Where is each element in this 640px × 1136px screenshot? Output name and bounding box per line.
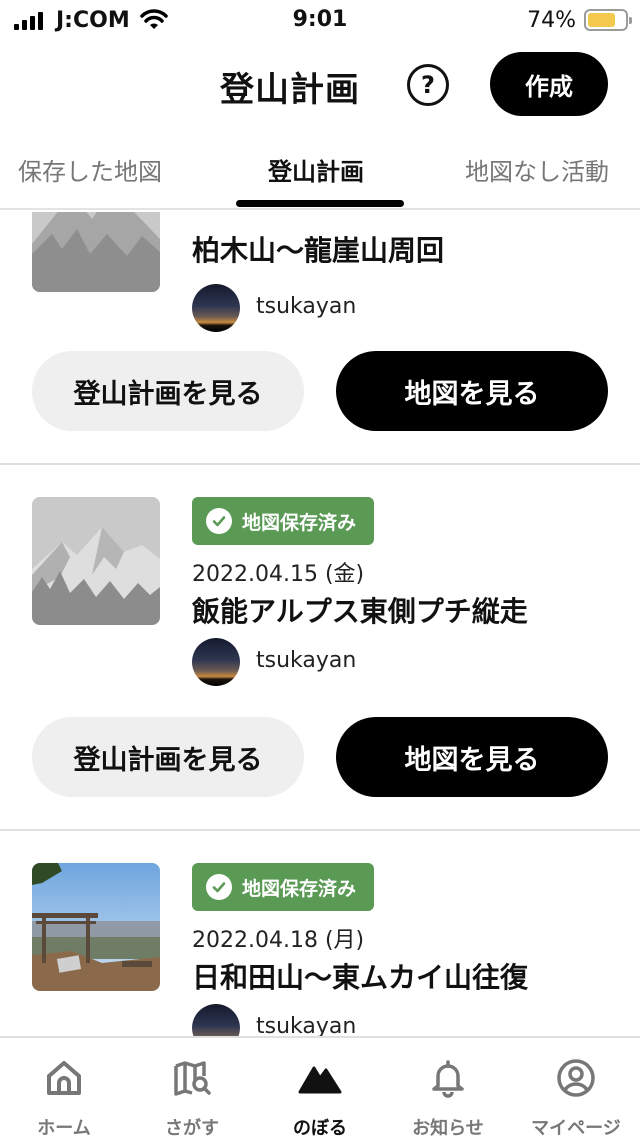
plan-name[interactable]: 飯能アルプス東側プチ縦走 xyxy=(192,590,528,630)
tab-activities-without-map[interactable]: 地図なし活動 xyxy=(465,152,609,187)
help-icon[interactable]: ? xyxy=(407,64,449,106)
screen: J:COM 9:01 74% 登山計画 ? 作成 保存した地図 登山計画 地図な… xyxy=(0,0,640,1136)
nav-search[interactable]: さがす xyxy=(128,1056,256,1136)
avatar[interactable] xyxy=(192,284,240,332)
username[interactable]: tsukayan xyxy=(256,294,356,319)
nav-label: さがす xyxy=(165,1118,219,1136)
map-saved-badge: 地図保存済み xyxy=(192,497,375,545)
plan-thumbnail[interactable] xyxy=(32,863,160,991)
mountain-placeholder-image xyxy=(32,212,160,292)
username[interactable]: tsukayan xyxy=(256,648,356,673)
username[interactable]: tsukayan xyxy=(256,1014,356,1036)
plan-date: 2022.04.18 (月) xyxy=(192,928,365,953)
app-header: 登山計画 ? 作成 xyxy=(0,40,640,130)
page-title: 登山計画 xyxy=(220,70,360,110)
bottom-navigation: ホーム さがす のぼる お知らせ マイページ xyxy=(0,1036,640,1136)
battery-icon xyxy=(584,9,632,31)
nav-climb[interactable]: のぼる xyxy=(256,1056,384,1136)
profile-icon xyxy=(557,1059,595,1097)
climb-icon xyxy=(298,1066,342,1094)
tab-bar: 保存した地図 登山計画 地図なし活動 xyxy=(0,130,640,210)
plan-name[interactable]: 日和田山〜東ムカイ山往復 xyxy=(192,956,528,996)
nav-notifications[interactable]: お知らせ xyxy=(384,1056,512,1136)
view-plan-button[interactable]: 登山計画を見る xyxy=(32,351,304,431)
plan-card: 柏木山〜龍崖山周回 tsukayan 登山計画を見る 地図を見る xyxy=(0,212,640,465)
plan-thumbnail[interactable] xyxy=(32,212,160,292)
plan-card: 地図保存済み 2022.04.18 (月) 日和田山〜東ムカイ山往復 tsuka… xyxy=(0,830,640,1036)
active-tab-indicator xyxy=(236,200,404,207)
map-search-icon xyxy=(174,1061,211,1096)
plan-date: 2022.04.15 (金) xyxy=(192,562,365,587)
nav-mypage[interactable]: マイページ xyxy=(512,1056,640,1136)
home-icon xyxy=(47,1061,81,1095)
mountain-placeholder-image xyxy=(32,497,160,625)
nav-label: マイページ xyxy=(531,1118,621,1136)
plan-name[interactable]: 柏木山〜龍崖山周回 xyxy=(192,229,444,269)
create-button[interactable]: 作成 xyxy=(490,52,608,116)
nav-label: ホーム xyxy=(37,1118,91,1136)
bell-icon xyxy=(432,1060,464,1098)
view-plan-button[interactable]: 登山計画を見る xyxy=(32,717,304,797)
tab-climbing-plans[interactable]: 登山計画 xyxy=(268,152,364,187)
map-saved-badge: 地図保存済み xyxy=(192,863,375,911)
nav-label: のぼる xyxy=(293,1118,347,1136)
view-map-button[interactable]: 地図を見る xyxy=(336,717,608,797)
torii-view-photo xyxy=(32,863,160,991)
plan-list[interactable]: 柏木山〜龍崖山周回 tsukayan 登山計画を見る 地図を見る 地図保存済み … xyxy=(0,212,640,1036)
check-circle-icon xyxy=(206,508,232,534)
view-map-button[interactable]: 地図を見る xyxy=(336,351,608,431)
badge-label: 地図保存済み xyxy=(242,511,357,534)
tab-saved-maps[interactable]: 保存した地図 xyxy=(18,152,162,187)
avatar[interactable] xyxy=(192,638,240,686)
badge-label: 地図保存済み xyxy=(242,877,357,900)
battery-percent: 74% xyxy=(527,8,576,33)
nav-home[interactable]: ホーム xyxy=(0,1056,128,1136)
status-bar: J:COM 9:01 74% xyxy=(0,0,640,40)
avatar[interactable] xyxy=(192,1004,240,1036)
check-circle-icon xyxy=(206,874,232,900)
plan-card: 地図保存済み 2022.04.15 (金) 飯能アルプス東側プチ縦走 tsuka… xyxy=(0,464,640,831)
nav-label: お知らせ xyxy=(412,1118,484,1136)
plan-thumbnail[interactable] xyxy=(32,497,160,625)
